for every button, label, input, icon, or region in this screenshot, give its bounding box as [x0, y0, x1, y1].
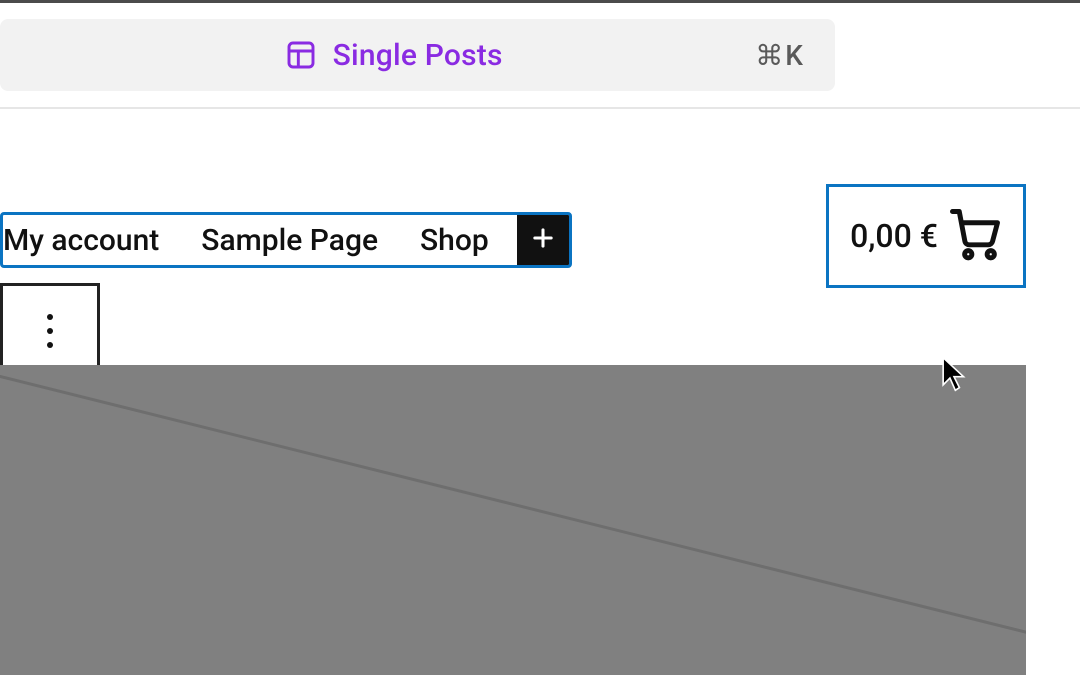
mini-cart-block[interactable]: 0,00 €	[826, 184, 1026, 288]
navigation-block[interactable]: My account Sample Page Shop	[0, 212, 572, 268]
nav-link-shop[interactable]: Shop	[420, 223, 489, 258]
editor-canvas: My account Sample Page Shop 0,00 €	[0, 109, 1080, 675]
nav-link-sample-page[interactable]: Sample Page	[201, 223, 378, 258]
page-title: Single Posts	[333, 38, 503, 73]
nav-links: My account Sample Page Shop	[3, 215, 517, 265]
keyboard-shortcut: ⌘K	[755, 39, 805, 72]
cart-icon	[948, 207, 1002, 265]
nav-link-my-account[interactable]: My account	[3, 223, 159, 258]
plus-icon	[529, 224, 557, 257]
more-vertical-icon	[47, 314, 53, 348]
placeholder-diagonal	[0, 365, 1026, 675]
cart-amount: 0,00 €	[850, 217, 938, 255]
command-center: Single Posts	[283, 37, 503, 73]
template-icon	[283, 37, 319, 73]
command-pill[interactable]: Single Posts ⌘K	[0, 19, 835, 91]
add-block-button[interactable]	[517, 215, 569, 265]
editor-topbar: Single Posts ⌘K	[0, 3, 1080, 109]
featured-image-placeholder[interactable]	[0, 365, 1026, 675]
